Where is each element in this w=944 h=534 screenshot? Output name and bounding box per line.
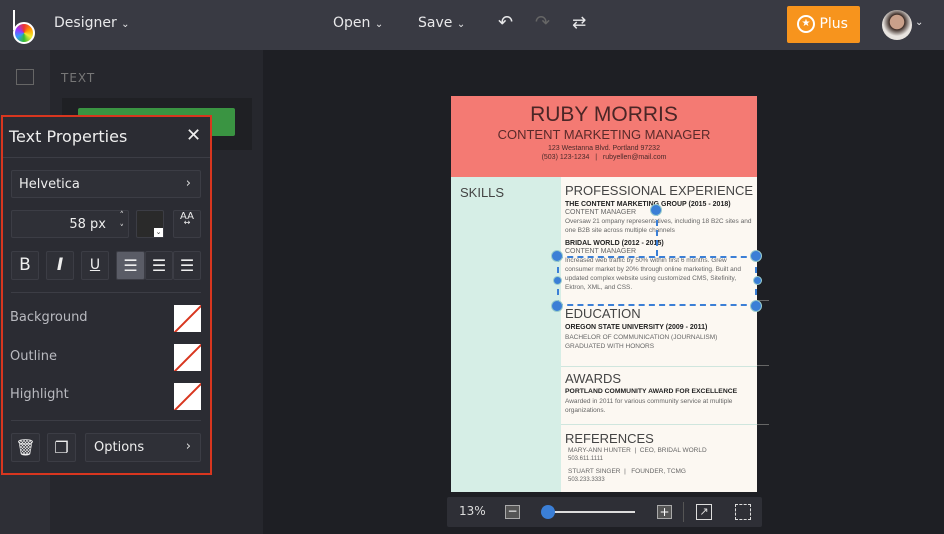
save-label: Save (418, 15, 453, 31)
resume-contact[interactable]: (503) 123-1234 | rubyellen@mail.com (451, 154, 757, 161)
job-description[interactable]: Oversaw 21 ompany representatives, inclu… (565, 217, 755, 235)
font-select[interactable]: Helvetica › (11, 170, 201, 198)
panel-title: Text Properties (9, 127, 128, 146)
options-label: Options (94, 440, 145, 455)
bold-button[interactable]: B (11, 251, 39, 280)
text-properties-panel: Text Properties ✕ Helvetica › 58 px ˄ ˅ … (1, 115, 212, 475)
logo[interactable] (13, 10, 37, 44)
resume-address[interactable]: 123 Westanna Blvd. Portland 97232 (451, 145, 757, 152)
avatar[interactable] (882, 10, 912, 40)
background-color-swatch[interactable] (174, 305, 201, 332)
font-size-input[interactable]: 58 px ˄ ˅ (11, 210, 129, 238)
job-title[interactable]: BRIDAL WORLD (2012 - 2015) (565, 240, 755, 247)
plus-button[interactable]: ★ Plus (787, 6, 860, 43)
zoom-level: 13% (459, 504, 486, 518)
school[interactable]: OREGON STATE UNIVERSITY (2009 - 2011) (565, 324, 755, 331)
zoom-bar: 13% − + ↗ (447, 497, 762, 527)
skills-heading[interactable]: SKILLS (460, 185, 504, 200)
job-role[interactable]: CONTENT MANAGER (565, 247, 755, 256)
highlight-label: Highlight (10, 387, 69, 402)
chevron-down-icon: ⌄ (374, 19, 384, 30)
references-heading[interactable]: REFERENCES (565, 431, 755, 446)
align-right-button[interactable]: ☰ (173, 251, 201, 280)
undo-icon[interactable]: ↶ (498, 12, 513, 33)
designer-menu[interactable]: Designer ⌄ (54, 15, 130, 31)
award-description[interactable]: Awarded in 2011 for various community se… (565, 397, 757, 415)
fullscreen-icon[interactable] (735, 504, 751, 520)
font-size-value: 58 px (69, 217, 106, 232)
zoom-slider-handle[interactable] (540, 505, 555, 519)
selection-box[interactable] (557, 256, 757, 306)
outline-label: Outline (10, 349, 58, 364)
swap-icon[interactable]: ⇄ (572, 13, 586, 33)
reference[interactable]: STUART SINGER | FOUNDER, TCMG (568, 467, 755, 476)
award[interactable]: PORTLAND COMMUNITY AWARD FOR EXCELLENCE (565, 388, 757, 395)
degree[interactable]: BACHELOR OF COMMUNICATION (JOURNALISM) (565, 333, 755, 342)
chevron-down-icon: ⌄ (121, 19, 130, 30)
close-icon[interactable]: ✕ (186, 125, 201, 146)
skills-column: SKILLS (451, 177, 561, 492)
align-left-button[interactable]: ☰ (116, 251, 145, 280)
resume-header: RUBY MORRIS CONTENT MARKETING MANAGER 12… (451, 96, 757, 177)
resize-handle[interactable] (750, 250, 762, 262)
reference-phone[interactable]: 503.611.1111 (568, 455, 755, 464)
resize-handle[interactable] (551, 250, 563, 262)
italic-button[interactable]: I (46, 251, 74, 280)
honors[interactable]: GRADUATED WITH HONORS (565, 342, 755, 351)
star-icon: ★ (797, 15, 815, 33)
align-center-button[interactable]: ☰ (145, 251, 173, 280)
resize-handle[interactable] (553, 276, 562, 285)
outline-color-swatch[interactable] (174, 344, 201, 371)
resize-handle[interactable] (753, 276, 762, 285)
open-label: Open (333, 15, 371, 31)
reference[interactable]: MARY-ANN HUNTER | CEO, BRIDAL WORLD (568, 446, 755, 455)
underline-label: U (89, 257, 101, 273)
experience-heading[interactable]: PROFESSIONAL EXPERIENCE (565, 183, 755, 198)
rotate-handle[interactable] (650, 204, 662, 216)
resize-handle[interactable] (551, 300, 563, 312)
image-icon[interactable] (16, 69, 34, 85)
stepper-up-icon[interactable]: ˄ (120, 211, 125, 221)
reference-phone[interactable]: 503.233.3333 (568, 476, 755, 485)
redo-icon[interactable]: ↷ (535, 12, 550, 33)
letter-spacing-button[interactable]: AA ↔ (173, 210, 201, 238)
chevron-down-icon: ⌄ (456, 19, 466, 30)
chevron-right-icon: › (185, 176, 191, 191)
top-bar: Designer ⌄ Open ⌄ Save ⌄ ↶ ↷ ⇄ ★ Plus ⌄ (0, 0, 944, 50)
resume-name[interactable]: RUBY MORRIS (451, 96, 757, 127)
options-button[interactable]: Options › (85, 433, 201, 462)
text-color-picker[interactable]: ⌄ (136, 210, 164, 238)
education-heading[interactable]: EDUCATION (565, 306, 755, 321)
underline-button[interactable]: U (81, 251, 109, 280)
trash-icon: 🗑 (15, 438, 36, 457)
save-menu[interactable]: Save ⌄ (418, 15, 465, 31)
italic-label: I (56, 255, 64, 275)
zoom-in-icon[interactable]: + (657, 505, 672, 519)
awards-heading[interactable]: AWARDS (565, 371, 757, 386)
fit-to-screen-icon[interactable]: ↗ (696, 504, 712, 520)
resize-handle[interactable] (750, 300, 762, 312)
duplicate-button[interactable]: ❐ (47, 433, 76, 462)
zoom-out-icon[interactable]: − (505, 505, 520, 519)
highlight-color-swatch[interactable] (174, 383, 201, 410)
background-label: Background (10, 310, 88, 325)
delete-button[interactable]: 🗑 (11, 433, 40, 462)
zoom-slider[interactable] (545, 511, 635, 513)
resume-title[interactable]: CONTENT MARKETING MANAGER (451, 127, 757, 142)
open-menu[interactable]: Open ⌄ (333, 15, 383, 31)
chevron-right-icon: › (185, 439, 191, 454)
plus-label: Plus (819, 16, 848, 32)
font-name: Helvetica (19, 177, 80, 192)
copy-icon: ❐ (54, 438, 69, 457)
stepper-down-icon[interactable]: ˅ (120, 224, 125, 234)
bold-label: B (19, 255, 31, 275)
chevron-down-icon[interactable]: ⌄ (915, 17, 923, 28)
designer-label: Designer (54, 15, 117, 31)
section-title: TEXT (61, 71, 96, 85)
